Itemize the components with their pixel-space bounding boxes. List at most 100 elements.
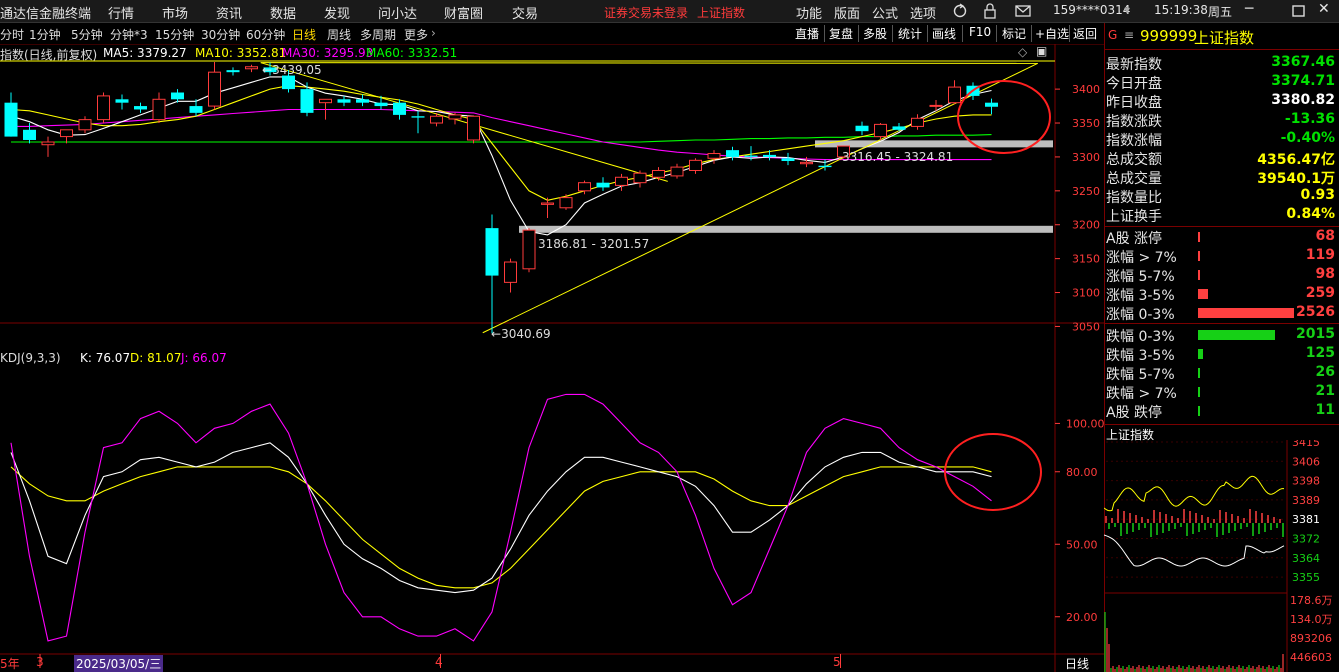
period-multi[interactable]: 多周期 xyxy=(360,26,396,43)
price-tick-label: 3050 xyxy=(1072,320,1100,333)
menu-item-wealth[interactable]: 财富圈 xyxy=(444,3,483,22)
x-label-year: 5年 xyxy=(0,657,20,671)
menu-item-discover[interactable]: 发现 xyxy=(324,3,350,22)
menu-item-news[interactable]: 资讯 xyxy=(216,3,242,22)
period-weekly[interactable]: 周线 xyxy=(327,26,351,43)
multi-stock-button[interactable]: 多股 xyxy=(863,25,887,42)
kdj-j-value: J: 66.07 xyxy=(181,351,227,365)
mini-avg-line xyxy=(1104,475,1284,512)
menu-item-function[interactable]: 功能 xyxy=(796,3,822,22)
kdj-tick-label: 100.00 xyxy=(1066,417,1104,430)
breadth-row: 跌幅 > 7% 21 xyxy=(1106,382,1337,402)
period-timeshare[interactable]: 分时 xyxy=(0,26,24,43)
menu-item-data[interactable]: 数据 xyxy=(270,3,296,22)
breadth-label: A股 跌停 xyxy=(1106,405,1163,421)
candle-body xyxy=(134,106,147,110)
candle-body xyxy=(282,75,295,90)
quote-row: 总成交额 4356.47亿 xyxy=(1106,148,1337,168)
live-button[interactable]: 直播 xyxy=(795,25,819,42)
candle-body xyxy=(541,202,554,205)
candle-body xyxy=(152,98,166,121)
breadth-bar xyxy=(1198,308,1294,318)
breadth-value: 11 xyxy=(1315,402,1335,418)
maximize-icon[interactable] xyxy=(1292,5,1305,17)
symbol-code: 999999 xyxy=(1140,27,1198,45)
back-button[interactable]: 返回 xyxy=(1073,25,1097,42)
mail-icon[interactable] xyxy=(1014,3,1032,19)
trade-login-warning[interactable]: 证券交易未登录 xyxy=(604,4,688,21)
breadth-bar xyxy=(1198,251,1200,261)
account-dropdown-icon[interactable]: ▾ xyxy=(1124,3,1130,17)
close-icon[interactable]: ✕ xyxy=(1318,1,1330,17)
menu-lines-icon[interactable]: ≡ xyxy=(1124,28,1134,42)
f10-button[interactable]: F10 xyxy=(969,25,991,39)
breadth-value: 98 xyxy=(1315,266,1335,282)
x-label-march: 3 xyxy=(36,655,44,669)
breadth-row: 涨幅 0-3% 2526 xyxy=(1106,303,1337,323)
breadth-label: 跌幅 0-3% xyxy=(1106,329,1175,345)
period-more[interactable]: 更多 xyxy=(404,26,428,43)
candle-body xyxy=(744,155,758,157)
kdj-d-value: D: 81.07 xyxy=(130,351,182,365)
candle-body xyxy=(948,86,961,104)
refresh-icon[interactable] xyxy=(952,3,968,19)
kdj-label: KDJ(9,3,3) xyxy=(0,351,61,365)
candle-body xyxy=(911,117,924,127)
menu-item-trade[interactable]: 交易 xyxy=(512,3,538,22)
menu-item-ask[interactable]: 问小达 xyxy=(378,3,417,22)
quote-value: 39540.1万 xyxy=(1257,171,1335,187)
main-chart-label: 指数(日线,前复权) xyxy=(0,48,98,62)
menu-item-formula[interactable]: 公式 xyxy=(872,3,898,22)
candle-body xyxy=(208,71,221,107)
trendline xyxy=(260,62,1038,64)
statistics-button[interactable]: 统计 xyxy=(898,25,922,42)
menu-item-options[interactable]: 选项 xyxy=(910,3,936,22)
mark-button[interactable]: 标记 xyxy=(1002,25,1026,42)
candle-body xyxy=(781,158,795,161)
menu-item-layout[interactable]: 版面 xyxy=(834,3,860,22)
candle-body xyxy=(41,141,55,146)
candle-body xyxy=(337,99,351,103)
mini-intraday-chart[interactable]: 3415 3406 3398 3389 3381 3372 3364 3355 178.6万 13… xyxy=(1104,440,1339,672)
period-5min[interactable]: 5分钟 xyxy=(71,26,103,43)
x-label-may: 5 xyxy=(833,655,841,669)
add-watchlist-button[interactable]: +自选 xyxy=(1035,25,1069,42)
high-annotation: ←3439.05 xyxy=(262,63,322,77)
candle-body xyxy=(171,92,184,100)
breadth-bar xyxy=(1198,289,1208,299)
breadth-label: A股 涨停 xyxy=(1106,231,1163,247)
quote-row: 指数涨幅 -0.40% xyxy=(1106,129,1337,149)
x-label-april: 4 xyxy=(435,655,443,669)
quote-row: 今日开盘 3374.71 xyxy=(1106,72,1337,92)
diamond-icon[interactable]: ◇ xyxy=(1018,45,1027,59)
account-id[interactable]: 159****0314 xyxy=(1053,3,1130,17)
candle-body xyxy=(4,102,18,137)
candle-body xyxy=(578,182,591,192)
candle-body xyxy=(504,261,517,283)
crosshair-date: 2025/03/05/三 xyxy=(74,655,164,672)
period-30min[interactable]: 30分钟 xyxy=(201,26,240,43)
current-symbol-status: 上证指数 xyxy=(697,6,746,20)
draw-line-button[interactable]: 画线 xyxy=(932,25,956,42)
mini-price-label: 3415 xyxy=(1292,440,1320,449)
candle-body xyxy=(874,123,887,138)
quote-row: 上证换手 0.84% xyxy=(1106,205,1337,225)
price-tick-label: 3400 xyxy=(1072,83,1100,96)
period-daily[interactable]: 日线 xyxy=(292,26,316,43)
candle-body xyxy=(818,165,832,168)
minimize-icon[interactable]: ─ xyxy=(1245,1,1253,17)
window-toggle-icon[interactable]: ▣ xyxy=(1036,44,1047,58)
ma60-value: MA60: 3332.51 xyxy=(366,46,458,60)
period-15min[interactable]: 15分钟 xyxy=(155,26,194,43)
period-min-x3[interactable]: 分钟*3 xyxy=(110,26,148,43)
more-arrow-icon[interactable]: › xyxy=(431,26,436,40)
breadth-bar xyxy=(1198,330,1275,340)
period-1min[interactable]: 1分钟 xyxy=(29,26,61,43)
candle-body xyxy=(485,228,499,276)
breadth-row: 跌幅 5-7% 26 xyxy=(1106,363,1337,383)
menu-item-market[interactable]: 市场 xyxy=(162,3,188,22)
replay-button[interactable]: 复盘 xyxy=(829,25,853,42)
lock-icon[interactable] xyxy=(983,3,997,19)
menu-item-quotes[interactable]: 行情 xyxy=(108,3,134,22)
period-60min[interactable]: 60分钟 xyxy=(246,26,285,43)
